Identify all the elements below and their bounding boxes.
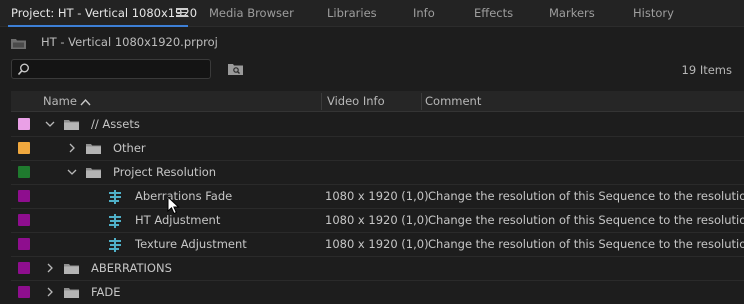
- table-row[interactable]: Aberrations Fade 1080 x 1920 (1,0) Change …: [11, 185, 744, 209]
- tab-markers[interactable]: Markers: [549, 0, 595, 27]
- mouse-cursor-icon: [167, 196, 180, 215]
- chevron-right-icon[interactable]: [66, 142, 78, 154]
- table-row[interactable]: Project Resolution: [11, 161, 744, 185]
- chevron-down-icon[interactable]: [44, 118, 56, 130]
- label-color-swatch[interactable]: [18, 142, 30, 154]
- table-row[interactable]: ABERRATIONS: [11, 257, 744, 281]
- sequence-icon: [109, 190, 121, 204]
- folder-icon: [64, 264, 79, 274]
- sequence-icon: [109, 238, 121, 252]
- new-search-bin-icon[interactable]: [228, 63, 243, 75]
- folder-icon: [86, 144, 101, 154]
- item-name: FADE: [91, 285, 121, 299]
- label-color-swatch[interactable]: [18, 262, 30, 274]
- project-filename: HT - Vertical 1080x1920.prproj: [41, 35, 218, 49]
- column-header-comment[interactable]: Comment: [425, 91, 481, 112]
- chevron-right-icon[interactable]: [44, 286, 56, 298]
- folder-icon: [64, 288, 79, 298]
- table-row[interactable]: FADE: [11, 281, 744, 304]
- chevron-down-icon[interactable]: [66, 166, 78, 178]
- folder-icon: [64, 120, 79, 130]
- label-color-swatch[interactable]: [18, 118, 30, 130]
- active-tab-indicator: [8, 25, 188, 27]
- sort-ascending-icon[interactable]: [80, 98, 91, 106]
- item-comment[interactable]: Change the resolution of this Sequence t…: [428, 233, 744, 256]
- tab-history[interactable]: History: [633, 0, 674, 27]
- column-divider[interactable]: [421, 93, 422, 110]
- label-color-swatch[interactable]: [18, 190, 30, 202]
- label-color-swatch[interactable]: [18, 214, 30, 226]
- item-name: Texture Adjustment: [135, 237, 247, 251]
- item-name: ABERRATIONS: [91, 261, 172, 275]
- item-name: Project Resolution: [113, 165, 217, 179]
- table-row[interactable]: Other: [11, 137, 744, 161]
- column-header-video-info[interactable]: Video Info: [327, 91, 385, 112]
- item-name: // Assets: [91, 117, 140, 131]
- project-items-table: Name Video Info Comment // Assets Other Pr…: [11, 91, 744, 304]
- column-header-name[interactable]: Name: [43, 91, 77, 112]
- item-video-info: 1080 x 1920 (1,0): [325, 213, 429, 227]
- label-color-swatch[interactable]: [18, 238, 30, 250]
- tab-libraries[interactable]: Libraries: [327, 0, 377, 27]
- item-comment[interactable]: Change the resolution of this Sequence t…: [428, 209, 744, 232]
- table-row[interactable]: Texture Adjustment 1080 x 1920 (1,0) Chang…: [11, 233, 744, 257]
- tab-project[interactable]: Project: HT - Vertical 1080x1920: [11, 0, 197, 27]
- project-bin-icon: [11, 39, 26, 49]
- label-color-swatch[interactable]: [18, 166, 30, 178]
- label-color-swatch[interactable]: [18, 286, 30, 298]
- folder-icon: [86, 168, 101, 178]
- item-name: Aberrations Fade: [135, 189, 233, 203]
- item-video-info: 1080 x 1920 (1,0): [325, 189, 429, 203]
- sequence-icon: [109, 214, 121, 228]
- panel-tab-bar: Project: HT - Vertical 1080x1920 Media B…: [0, 0, 744, 27]
- search-input[interactable]: [11, 59, 211, 79]
- tab-info[interactable]: Info: [413, 0, 435, 27]
- items-count: 19 Items: [681, 63, 732, 77]
- tab-effects[interactable]: Effects: [474, 0, 513, 27]
- item-video-info: 1080 x 1920 (1,0): [325, 237, 429, 251]
- tab-media-browser[interactable]: Media Browser: [209, 0, 294, 27]
- table-row[interactable]: HT Adjustment 1080 x 1920 (1,0) Change the…: [11, 209, 744, 233]
- search-icon: [17, 63, 29, 76]
- table-row[interactable]: // Assets: [11, 113, 744, 137]
- panel-menu-icon[interactable]: [176, 6, 188, 20]
- item-comment[interactable]: Change the resolution of this Sequence t…: [428, 185, 744, 208]
- chevron-right-icon[interactable]: [44, 262, 56, 274]
- table-header: Name Video Info Comment: [11, 91, 744, 112]
- item-name: Other: [113, 141, 146, 155]
- project-path-row: HT - Vertical 1080x1920.prproj: [0, 30, 744, 56]
- column-divider[interactable]: [321, 93, 322, 110]
